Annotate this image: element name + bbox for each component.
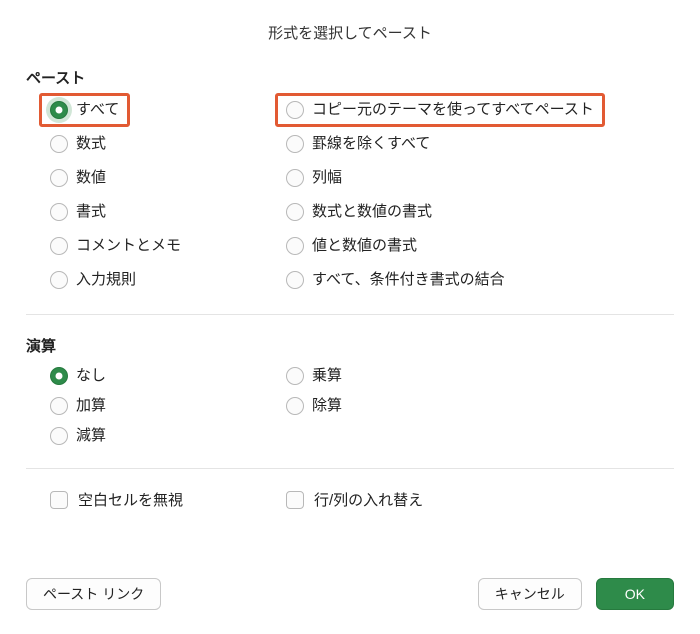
radio-comments[interactable]: コメントとメモ [50,236,181,256]
operation-section: 演算 なし 乗算 加算 [26,335,674,446]
radio-label: コピー元のテーマを使ってすべてペースト [312,100,594,120]
radio-op-add[interactable]: 加算 [50,396,106,416]
highlight-theme: コピー元のテーマを使ってすべてペースト [275,93,605,127]
radio-icon [50,367,68,385]
radio-values[interactable]: 数値 [50,168,106,188]
operation-options-grid: なし 乗算 加算 [26,366,674,446]
checkbox-row: 空白セルを無視 行/列の入れ替え [26,489,674,510]
paste-options-grid: すべて コピー元のテーマを使ってすべてペースト [26,98,674,292]
radio-icon [50,397,68,415]
radio-label: 数式と数値の書式 [312,202,432,222]
radio-icon [286,101,304,119]
radio-label: すべて [76,100,119,120]
radio-label: 入力規則 [76,270,136,290]
cancel-button[interactable]: キャンセル [478,578,582,610]
radio-colwidth[interactable]: 列幅 [286,168,342,188]
radio-icon [50,101,68,119]
checkbox-transpose[interactable]: 行/列の入れ替え [286,489,423,510]
radio-formulas[interactable]: 数式 [50,134,106,154]
checkbox-skip-blanks[interactable]: 空白セルを無視 [50,489,183,510]
radio-op-div[interactable]: 除算 [286,396,342,416]
checkbox-label: 空白セルを無視 [78,489,183,510]
radio-label: 罫線を除くすべて [312,134,430,154]
radio-icon [50,271,68,289]
dialog-footer: ペースト リンク キャンセル OK [0,578,700,634]
radio-formulanumfmt[interactable]: 数式と数値の書式 [286,202,432,222]
radio-icon [50,169,68,187]
radio-label: 書式 [76,202,106,222]
radio-label: 列幅 [312,168,342,188]
radio-valuenumfmt[interactable]: 値と数値の書式 [286,236,417,256]
radio-op-sub[interactable]: 減算 [50,426,106,446]
checkbox-icon [50,491,68,509]
radio-icon [286,271,304,289]
radio-noborder[interactable]: 罫線を除くすべて [286,134,430,154]
radio-icon [50,135,68,153]
radio-theme[interactable]: コピー元のテーマを使ってすべてペースト [286,100,594,120]
radio-icon [286,237,304,255]
highlight-all: すべて [39,93,130,127]
radio-label: 数値 [76,168,106,188]
radio-label: 加算 [76,396,106,416]
radio-label: なし [76,366,106,386]
operation-section-label: 演算 [26,335,674,356]
radio-icon [50,427,68,445]
ok-button[interactable]: OK [596,578,674,610]
radio-label: コメントとメモ [76,236,181,256]
checkbox-icon [286,491,304,509]
radio-icon [286,367,304,385]
radio-label: 乗算 [312,366,342,386]
dialog-title: 形式を選択してペースト [0,0,700,61]
radio-icon [286,135,304,153]
separator-2 [26,468,674,469]
radio-label: すべて、条件付き書式の結合 [312,270,505,290]
paste-section-label: ペースト [26,67,674,88]
radio-all[interactable]: すべて [50,100,119,120]
radio-mergecond[interactable]: すべて、条件付き書式の結合 [286,270,505,290]
radio-label: 減算 [76,426,106,446]
paste-section: ペースト すべて コピー元のテーマを使ってすべてペー [26,67,674,292]
radio-icon [50,237,68,255]
dialog-content: ペースト すべて コピー元のテーマを使ってすべてペー [0,61,700,556]
radio-label: 値と数値の書式 [312,236,417,256]
radio-op-mul[interactable]: 乗算 [286,366,342,386]
radio-icon [286,397,304,415]
separator-1 [26,314,674,315]
radio-icon [286,169,304,187]
radio-validation[interactable]: 入力規則 [50,270,136,290]
radio-icon [286,203,304,221]
radio-formats[interactable]: 書式 [50,202,106,222]
footer-right: キャンセル OK [478,578,674,610]
radio-label: 数式 [76,134,106,154]
radio-label: 除算 [312,396,342,416]
paste-link-button[interactable]: ペースト リンク [26,578,161,610]
checkbox-label: 行/列の入れ替え [314,489,423,510]
paste-special-dialog: 形式を選択してペースト ペースト すべて [0,0,700,634]
radio-icon [50,203,68,221]
radio-op-none[interactable]: なし [50,366,106,386]
